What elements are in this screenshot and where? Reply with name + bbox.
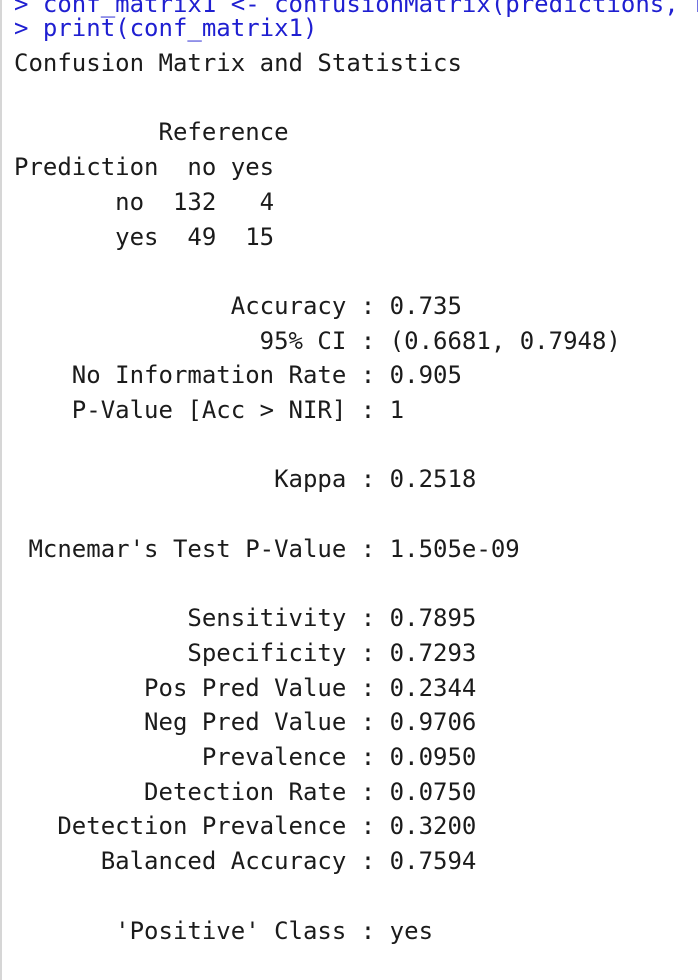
output-line: Detection Rate : 0.0750 bbox=[14, 777, 477, 806]
output-line: Mcnemar's Test P-Value : 1.505e-09 bbox=[14, 534, 520, 563]
output-line: Confusion Matrix and Statistics bbox=[14, 49, 462, 77]
output-line: 'Positive' Class : yes bbox=[14, 916, 434, 945]
output-line: Neg Pred Value : 0.9706 bbox=[14, 708, 477, 737]
output-line: Reference bbox=[14, 118, 289, 147]
r-console-output[interactable]: > conf_matrix1 <- confusionMatrix(predic… bbox=[0, 0, 698, 980]
output-line: Pos Pred Value : 0.2344 bbox=[14, 673, 477, 702]
output-line: 95% CI : (0.6681, 0.7948) bbox=[14, 326, 621, 355]
command-line: > print(conf_matrix1) bbox=[14, 14, 318, 42]
output-line: Balanced Accuracy : 0.7594 bbox=[14, 847, 477, 876]
output-line: Sensitivity : 0.7895 bbox=[14, 604, 477, 633]
output-line: Prevalence : 0.0950 bbox=[14, 743, 477, 771]
output-line: Detection Prevalence : 0.3200 bbox=[14, 812, 477, 841]
output-line: Kappa : 0.2518 bbox=[14, 465, 477, 494]
output-line: Specificity : 0.7293 bbox=[14, 638, 477, 667]
output-line: Prediction no yes bbox=[14, 153, 275, 182]
output-line: no 132 4 bbox=[14, 187, 275, 216]
output-line: Accuracy : 0.735 bbox=[14, 291, 462, 320]
output-line: yes 49 15 bbox=[14, 222, 275, 251]
output-line: No Information Rate : 0.905 bbox=[14, 361, 462, 390]
output-line: P-Value [Acc > NIR] : 1 bbox=[14, 396, 405, 424]
